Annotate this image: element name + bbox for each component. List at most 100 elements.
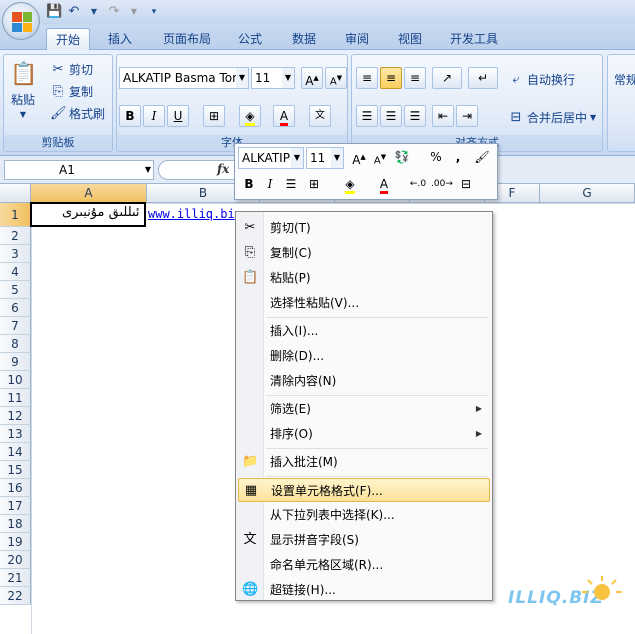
tab-developer[interactable]: 开发工具	[442, 28, 506, 50]
row-header[interactable]: 5	[0, 281, 31, 299]
copy-button[interactable]: ⎘ 复制	[50, 83, 93, 100]
format-painter-button[interactable]: 🖌 格式刷	[50, 105, 105, 122]
fill-color-button[interactable]: ◈	[239, 105, 261, 127]
decrease-indent-button[interactable]: ⇤	[432, 105, 454, 127]
decrease-decimal-button[interactable]: .00→	[431, 174, 453, 196]
format-painter-button[interactable]: 🖌	[471, 147, 493, 169]
percent-button[interactable]: %	[425, 147, 447, 169]
bottom-align-button[interactable]: ≡	[404, 67, 426, 89]
column-header[interactable]: G	[540, 184, 635, 203]
grow-font-button[interactable]: A▲	[348, 147, 370, 169]
save-icon[interactable]: 💾	[46, 4, 62, 20]
row-header[interactable]: 18	[0, 515, 31, 533]
comma-button[interactable]: ,	[447, 147, 469, 169]
increase-decimal-button[interactable]: ←.0	[407, 174, 429, 196]
dropdown-icon[interactable]: ▼	[331, 148, 343, 168]
undo-icon[interactable]: ↶	[66, 4, 82, 20]
orientation-button[interactable]: ↗	[432, 67, 462, 89]
underline-button[interactable]: U	[167, 105, 189, 127]
bold-button[interactable]: B	[119, 105, 141, 127]
office-button[interactable]	[2, 2, 40, 40]
context-menu-item[interactable]: 清除内容(N)	[238, 369, 490, 393]
row-header[interactable]: 13	[0, 425, 31, 443]
dropdown-icon[interactable]: ▼	[291, 148, 303, 168]
center-button[interactable]: ☰	[280, 174, 302, 196]
merge-center-button[interactable]: ⊟ 合并后居中 ▼	[508, 109, 597, 126]
borders-button[interactable]: ⊞	[303, 174, 325, 196]
context-menu-item[interactable]: ⎘ 复制(C)	[238, 241, 490, 265]
middle-align-button[interactable]: ≡	[380, 67, 402, 89]
redo-icon[interactable]: ↷	[106, 4, 122, 20]
row-header[interactable]: 7	[0, 317, 31, 335]
row-header[interactable]: 11	[0, 389, 31, 407]
accounting-format-button[interactable]: 💱	[391, 147, 413, 169]
column-header[interactable]: A	[31, 184, 147, 203]
row-header[interactable]: 21	[0, 569, 31, 587]
fill-color-button[interactable]: ◈	[339, 174, 361, 196]
dropdown-icon[interactable]: ▼	[236, 68, 248, 88]
grow-font-button[interactable]: A▲	[301, 67, 323, 89]
name-box[interactable]: A1 ▼	[4, 160, 154, 180]
row-header[interactable]: 14	[0, 443, 31, 461]
row-header[interactable]: 20	[0, 551, 31, 569]
wrap-text-button[interactable]: ⤶ 自动换行	[508, 71, 575, 88]
context-menu-item[interactable]: 文显示拼音字段(S)	[238, 528, 490, 552]
mini-size-combo[interactable]: 11 ▼	[306, 147, 344, 169]
row-header[interactable]: 10	[0, 371, 31, 389]
customize-qat-icon[interactable]: ▾	[146, 4, 162, 20]
tab-data[interactable]: 数据	[284, 28, 324, 50]
font-size-combo[interactable]: 11 ▼	[251, 67, 295, 89]
row-header[interactable]: 3	[0, 245, 31, 263]
align-center-button[interactable]: ☰	[380, 105, 402, 127]
mini-font-combo[interactable]: ALKATIP ▼	[238, 147, 304, 169]
row-header[interactable]: 1	[0, 203, 31, 227]
tab-view[interactable]: 视图	[390, 28, 430, 50]
paste-button[interactable]: 📋 粘贴 ▼	[10, 61, 37, 119]
tab-page-layout[interactable]: 页面布局	[152, 28, 222, 50]
phonetic-button[interactable]: 文	[309, 105, 331, 127]
font-color-button[interactable]: A	[373, 174, 395, 196]
dropdown-icon[interactable]: ▼	[145, 161, 151, 179]
row-header[interactable]: 12	[0, 407, 31, 425]
tab-review[interactable]: 审阅	[337, 28, 377, 50]
dropdown-icon[interactable]: ▼	[282, 68, 294, 88]
context-menu-item[interactable]: 命名单元格区域(R)...	[238, 553, 490, 577]
row-header[interactable]: 19	[0, 533, 31, 551]
shrink-font-button[interactable]: A▼	[369, 147, 391, 169]
row-header[interactable]: 2	[0, 227, 31, 245]
cut-button[interactable]: ✂ 剪切	[50, 61, 93, 78]
tab-home[interactable]: 开始	[46, 28, 90, 50]
context-menu-item[interactable]: 筛选(E) ▶	[238, 397, 490, 421]
font-color-button[interactable]: A	[273, 105, 295, 127]
italic-button[interactable]: I	[143, 105, 165, 127]
align-right-button[interactable]: ☰	[404, 105, 426, 127]
row-header[interactable]: 15	[0, 461, 31, 479]
select-all-button[interactable]	[0, 184, 31, 203]
context-menu-item[interactable]: 📁 插入批注(M)	[238, 450, 490, 474]
context-menu-item[interactable]: 从下拉列表中选择(K)...	[238, 503, 490, 527]
context-menu-item[interactable]: 排序(O) ▶	[238, 422, 490, 446]
number-format-combo[interactable]: 常规	[614, 71, 635, 88]
text-direction-button[interactable]: ↵	[468, 67, 498, 89]
increase-indent-button[interactable]: ⇥	[456, 105, 478, 127]
context-menu-item[interactable]: 📋 粘贴(P)	[238, 266, 490, 290]
borders-button[interactable]: ⊞	[203, 105, 225, 127]
context-menu-item[interactable]: 🌐 超链接(H)...	[238, 578, 490, 602]
row-header[interactable]: 4	[0, 263, 31, 281]
dropdown-icon[interactable]: ▼	[86, 4, 102, 20]
context-menu-item[interactable]: ▦ 设置单元格格式(F)...	[238, 478, 490, 502]
row-header[interactable]: 16	[0, 479, 31, 497]
cell-b1[interactable]: www.illiq.bi	[148, 207, 235, 221]
bold-button[interactable]: B	[238, 174, 260, 196]
context-menu-item[interactable]: 选择性粘贴(V)...	[238, 291, 490, 315]
row-header[interactable]: 22	[0, 587, 31, 605]
tab-insert[interactable]: 插入	[100, 28, 140, 50]
row-header[interactable]: 8	[0, 335, 31, 353]
context-menu-item[interactable]: 插入(I)...	[238, 319, 490, 343]
merge-button[interactable]: ⊟	[455, 174, 477, 196]
align-left-button[interactable]: ☰	[356, 105, 378, 127]
font-name-combo[interactable]: ALKATIP Basma Tor ▼	[119, 67, 249, 89]
row-header[interactable]: 6	[0, 299, 31, 317]
row-header[interactable]: 17	[0, 497, 31, 515]
shrink-font-button[interactable]: A▼	[325, 67, 347, 89]
